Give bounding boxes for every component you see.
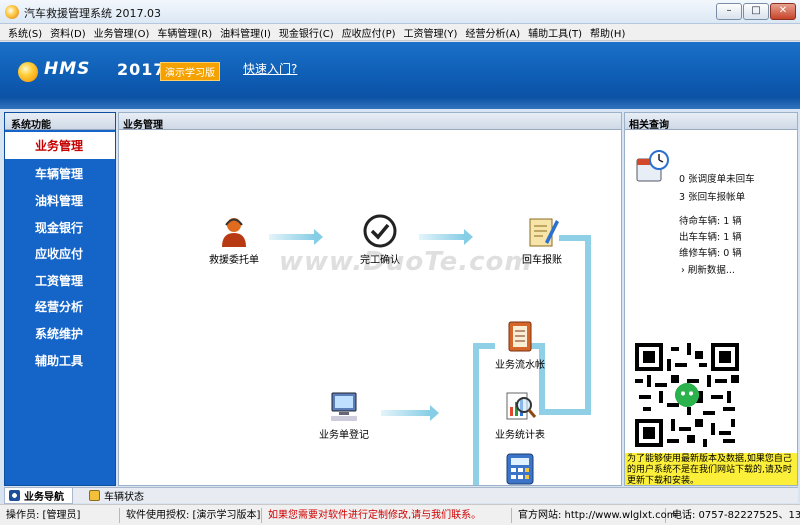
ledger-book-icon xyxy=(503,319,537,353)
complete-confirm-node[interactable]: 完工确认 xyxy=(345,214,415,266)
menu-vehicle[interactable]: 车辆管理(R) xyxy=(153,25,216,40)
return-report-count-link[interactable]: 3 张回车报帐单 xyxy=(679,189,745,203)
window-title: 汽车救援管理系统 2017.03 xyxy=(24,7,161,20)
bottom-tab-bar: 业务导航 车辆状态 xyxy=(4,487,798,504)
related-query-panel: 相关查询 0 张调度单未回车 3 张回车报帐单 待命车辆: 1 辆 出车车辆: … xyxy=(624,112,798,486)
calculator-node[interactable] xyxy=(485,451,555,485)
sidebar-item-analysis[interactable]: 经营分析 xyxy=(5,294,115,321)
maximize-button[interactable]: □ xyxy=(743,3,769,20)
banner: HMS 2017 演示学习版 快速入门? xyxy=(0,42,800,109)
status-phone: 电话: 0757-82227525、13725 xyxy=(672,509,800,521)
magnifier-chart-icon xyxy=(503,389,537,423)
menu-bar: 系统(S) 资料(D) 业务管理(O) 车辆管理(R) 油料管理(I) 现金银行… xyxy=(0,24,800,41)
rescue-order-label: 救援委托单 xyxy=(209,255,259,266)
tab-vehicle-status-label: 车辆状态 xyxy=(104,492,144,503)
menu-business[interactable]: 业务管理(O) xyxy=(90,25,154,40)
menu-tools[interactable]: 辅助工具(T) xyxy=(524,25,586,40)
menu-data[interactable]: 资料(D) xyxy=(46,25,90,40)
update-notice: 为了能够使用最新版本及数据,如果您自己的用户系统不是在我们网站下载的,请及时更新… xyxy=(625,453,797,485)
qr-code-image xyxy=(635,343,739,447)
refresh-data-link[interactable]: › 刷新数据... xyxy=(681,262,735,276)
repair-vehicles: 维修车辆: 0 辆 xyxy=(679,248,742,259)
menu-analysis[interactable]: 经营分析(A) xyxy=(461,25,524,40)
status-custom-notice: 如果您需要对软件进行定制修改,请与我们联系。 xyxy=(262,507,512,523)
menu-receivable[interactable]: 应收应付(P) xyxy=(338,25,400,40)
vehicle-status-icon xyxy=(89,490,100,501)
menu-system[interactable]: 系统(S) xyxy=(4,25,46,40)
menu-payroll[interactable]: 工资管理(Y) xyxy=(400,25,462,40)
logo-icon xyxy=(18,62,38,82)
business-panel: 业务管理 www.DuoTe.com 救援委托单 完工确认 回车报账 业务流水帐 xyxy=(118,112,622,486)
title-bar: 汽车救援管理系统 2017.03 – □ ✕ xyxy=(0,0,800,24)
menu-fuel[interactable]: 油料管理(I) xyxy=(216,25,275,40)
status-bar: 操作员: [管理员] 软件使用授权: [演示学习版本] 如果您需要对软件进行定制… xyxy=(0,504,800,525)
clock-calendar-icon xyxy=(635,149,671,185)
menu-cash-bank[interactable]: 现金银行(C) xyxy=(275,25,338,40)
banner-wave xyxy=(0,97,800,109)
operator-icon xyxy=(217,214,251,248)
sidebar-item-receivable[interactable]: 应收应付 xyxy=(5,240,115,267)
complete-confirm-label: 完工确认 xyxy=(360,255,400,266)
sidebar-item-tools[interactable]: 辅助工具 xyxy=(5,347,115,374)
order-register-node[interactable]: 业务单登记 xyxy=(309,389,379,441)
tab-business-nav-label: 业务导航 xyxy=(24,491,64,503)
logo-text: HMS xyxy=(44,59,91,79)
check-circle-icon xyxy=(363,214,397,248)
app-icon xyxy=(5,5,19,19)
panel-header: 业务管理 xyxy=(119,113,621,131)
minimize-button[interactable]: – xyxy=(716,3,742,20)
order-register-label: 业务单登记 xyxy=(319,430,369,441)
standby-vehicles: 待命车辆: 1 辆 xyxy=(679,216,742,227)
computer-icon xyxy=(327,389,361,423)
return-report-label: 回车报账 xyxy=(522,255,562,266)
sidebar-item-cash-bank[interactable]: 现金银行 xyxy=(5,214,115,241)
report-pencil-icon xyxy=(525,214,559,248)
status-license: 软件使用授权: [演示学习版本] xyxy=(120,507,262,523)
connector-pipe xyxy=(473,343,479,485)
flow-arrow xyxy=(381,405,439,421)
quick-start-link[interactable]: 快速入门? xyxy=(243,60,297,77)
flow-arrow xyxy=(419,229,473,245)
menu-help[interactable]: 帮助(H) xyxy=(586,25,629,40)
business-flow-node[interactable]: 业务流水帐 xyxy=(485,319,555,371)
related-query-header: 相关查询 xyxy=(625,113,797,131)
sidebar-item-fuel[interactable]: 油料管理 xyxy=(5,187,115,214)
dispatched-vehicles: 出车车辆: 1 辆 xyxy=(679,232,742,243)
business-stats-label: 业务统计表 xyxy=(495,430,545,441)
return-report-node[interactable]: 回车报账 xyxy=(507,214,577,266)
business-stats-node[interactable]: 业务统计表 xyxy=(485,389,555,441)
logo-year: 2017 xyxy=(117,60,166,79)
sidebar-item-maintenance[interactable]: 系统维护 xyxy=(5,320,115,347)
sidebar-item-vehicle[interactable]: 车辆管理 xyxy=(5,161,115,188)
business-flow-label: 业务流水帐 xyxy=(495,360,545,371)
sidebar-item-business[interactable]: 业务管理 xyxy=(5,132,115,159)
rescue-order-node[interactable]: 救援委托单 xyxy=(199,214,269,266)
edition-badge: 演示学习版 xyxy=(160,62,220,81)
sidebar: 系统功能 业务管理 车辆管理 油料管理 现金银行 应收应付 工资管理 经营分析 … xyxy=(4,112,116,486)
flow-arrow xyxy=(269,229,323,245)
close-button[interactable]: ✕ xyxy=(770,3,796,20)
connector-pipe xyxy=(585,235,591,415)
status-operator: 操作员: [管理员] xyxy=(0,507,120,523)
compass-icon xyxy=(9,489,20,501)
pending-dispatch-link[interactable]: 0 张调度单未回车 xyxy=(679,171,755,185)
calculator-icon xyxy=(503,451,537,485)
tab-business-nav[interactable]: 业务导航 xyxy=(4,487,73,504)
tab-vehicle-status[interactable]: 车辆状态 xyxy=(85,488,152,504)
status-website[interactable]: 官方网站: http://www.wlglxt.com xyxy=(512,507,676,523)
sidebar-header: 系统功能 xyxy=(5,113,115,131)
sidebar-item-payroll[interactable]: 工资管理 xyxy=(5,267,115,294)
